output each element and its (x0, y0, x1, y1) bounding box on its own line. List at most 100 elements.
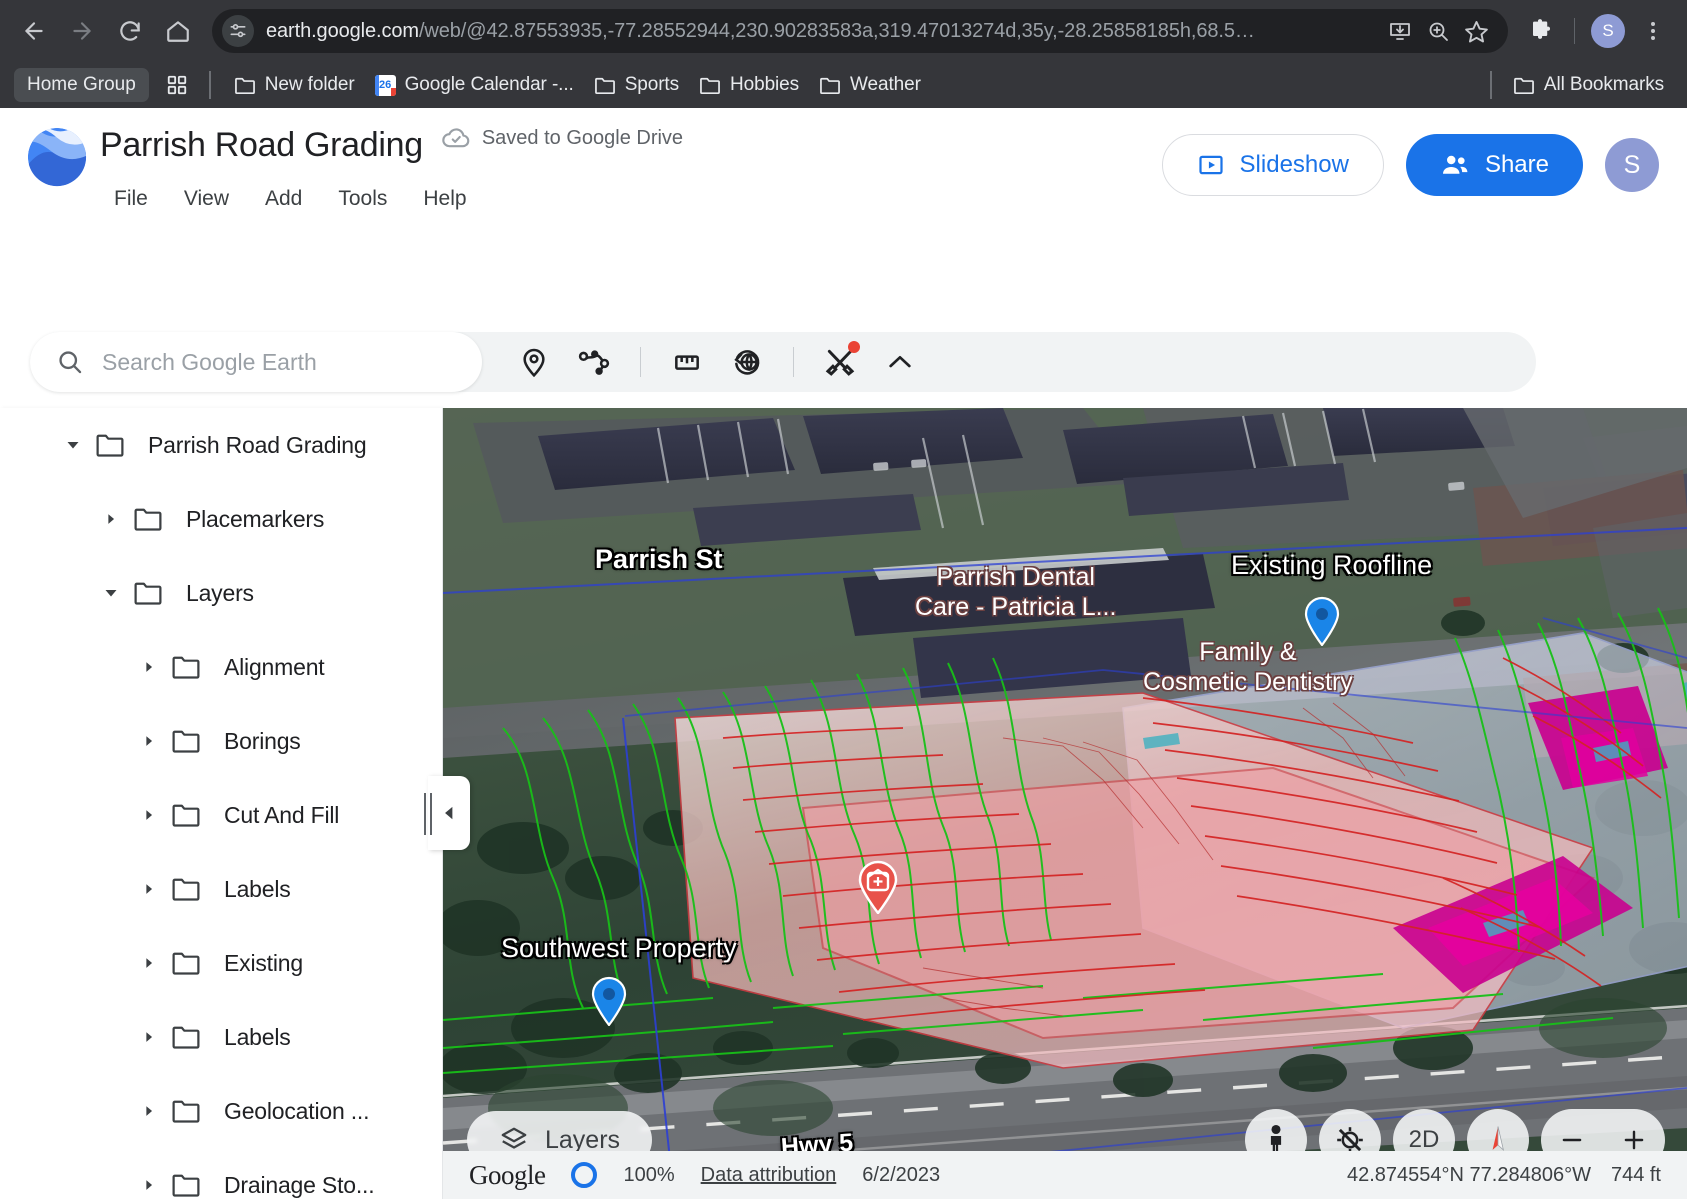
bookmark-google-calendar[interactable]: 26 Google Calendar -... (366, 69, 583, 101)
header-actions: Slideshow Share S (1161, 134, 1659, 196)
profile-pill[interactable]: Home Group (14, 68, 149, 102)
sidebar-item-drainage-storm[interactable]: Drainage Sto... (0, 1148, 442, 1199)
tune-icon (230, 23, 246, 38)
chevron-right-icon[interactable] (132, 650, 166, 684)
forward-button[interactable] (60, 9, 104, 53)
earth-map-viewport[interactable]: Parrish St Parrish Dental Care - Patrici… (443, 408, 1687, 1199)
historical-imagery-button[interactable] (719, 334, 775, 390)
chevron-right-icon[interactable] (132, 1168, 166, 1199)
menu-add[interactable]: Add (251, 180, 316, 218)
sidebar-item-cut-and-fill[interactable]: Cut And Fill (0, 778, 442, 852)
sidebar-resize-grip[interactable] (424, 793, 432, 835)
sidebar-item-borings[interactable]: Borings (0, 704, 442, 778)
folder-icon (594, 77, 615, 94)
search-toolbar: Search Google Earth (30, 332, 1536, 392)
apps-grid-button[interactable] (159, 69, 195, 101)
chevron-right-icon[interactable] (132, 946, 166, 980)
placemark-existing-roofline[interactable] (1303, 596, 1341, 646)
chevron-right-icon[interactable] (132, 872, 166, 906)
chevron-down-icon[interactable] (56, 428, 90, 462)
sidebar-item-labels-2[interactable]: Labels (0, 1000, 442, 1074)
all-bookmarks-button[interactable]: All Bookmarks (1504, 69, 1673, 101)
bookmark-sports[interactable]: Sports (585, 69, 688, 101)
earth-header: Parrish Road Grading Saved to Google Dri… (0, 108, 1687, 392)
collapse-toolbar-button[interactable] (872, 334, 928, 390)
site-settings-button[interactable] (222, 15, 254, 47)
sidebar-item-existing[interactable]: Existing (0, 926, 442, 1000)
chevron-right-icon[interactable] (94, 502, 128, 536)
menu-tools[interactable]: Tools (324, 180, 401, 218)
project-title-row: Parrish Road Grading Saved to Google Dri… (100, 126, 683, 165)
bookmark-weather[interactable]: Weather (810, 69, 930, 101)
coordinates-label: 42.874554°N 77.284806°W (1346, 1163, 1591, 1186)
earth-profile-avatar[interactable]: S (1605, 138, 1659, 192)
notification-dot (848, 341, 860, 353)
sidebar-item-parrish-road-grading[interactable]: Parrish Road Grading (0, 408, 442, 482)
folder-icon (166, 1098, 206, 1124)
zoom-indicator-button[interactable] (1420, 13, 1456, 49)
back-button[interactable] (12, 9, 56, 53)
home-button[interactable] (156, 9, 200, 53)
bookmark-label: New folder (264, 74, 355, 95)
placemark-pin-button[interactable] (506, 334, 562, 390)
zoom-percent-label: 100% (623, 1163, 675, 1186)
sidebar-item-placemarkers[interactable]: Placemarkers (0, 482, 442, 556)
data-attribution-link[interactable]: Data attribution (701, 1164, 837, 1187)
star-icon (1464, 20, 1488, 42)
poi-marker-dental[interactable] (857, 860, 899, 914)
measure-button[interactable] (659, 334, 715, 390)
sidebar-item-label: Labels (224, 875, 291, 902)
measure-ruler-icon (675, 355, 699, 370)
sidebar-item-alignment[interactable]: Alignment (0, 630, 442, 704)
slideshow-button[interactable]: Slideshow (1161, 134, 1384, 196)
menu-file[interactable]: File (100, 180, 162, 218)
sidebar-item-label: Cut And Fill (224, 801, 340, 828)
extensions-button[interactable] (1518, 9, 1562, 53)
all-bookmarks-label: All Bookmarks (1543, 74, 1664, 95)
menu-help[interactable]: Help (409, 180, 480, 218)
project-tools-button[interactable] (812, 334, 868, 390)
save-status: Saved to Google Drive (441, 123, 683, 153)
bookmark-label: Sports (624, 74, 680, 95)
bookmark-hobbies[interactable]: Hobbies (690, 69, 808, 101)
share-button[interactable]: Share (1405, 134, 1583, 196)
search-input-wrapper[interactable]: Search Google Earth (30, 332, 482, 392)
sidebar-item-label: Labels (224, 1023, 291, 1050)
folder-icon (820, 77, 840, 94)
chevron-right-icon[interactable] (132, 1094, 166, 1128)
chevron-down-icon[interactable] (94, 576, 128, 610)
draw-path-button[interactable] (566, 334, 622, 390)
menu-view[interactable]: View (170, 180, 243, 218)
browser-nav-row: earth.google.com/web/@42.87553935,-77.28… (0, 0, 1687, 62)
chrome-right-controls: S (1518, 9, 1675, 53)
sidebar-item-layers[interactable]: Layers (0, 556, 442, 630)
omnibox[interactable]: earth.google.com/web/@42.87553935,-77.28… (212, 9, 1508, 53)
minus-icon (1562, 1138, 1582, 1142)
search-icon (59, 351, 82, 374)
sidebar-item-label: Parrish Road Grading (148, 431, 367, 458)
reload-button[interactable] (108, 9, 152, 53)
tool-separator-1 (640, 347, 641, 377)
chevron-right-icon[interactable] (132, 798, 166, 832)
chrome-menu-button[interactable] (1631, 9, 1675, 53)
chevron-right-icon[interactable] (132, 1020, 166, 1054)
chevron-right-icon[interactable] (132, 724, 166, 758)
bookmark-new-folder[interactable]: New folder (225, 69, 364, 101)
project-sidebar[interactable]: Parrish Road Grading Placemarkers Layers… (0, 408, 443, 1199)
sidebar-item-labels-1[interactable]: Labels (0, 852, 442, 926)
search-input[interactable]: Search Google Earth (102, 349, 317, 376)
google-earth-logo (27, 127, 87, 187)
historical-imagery-icon (734, 350, 760, 375)
sidebar-item-geolocation[interactable]: Geolocation ... (0, 1074, 442, 1148)
folder-icon (166, 802, 206, 828)
profile-avatar[interactable]: S (1591, 14, 1625, 48)
bookmarks-separator (208, 71, 211, 99)
sidebar-collapse-button[interactable] (428, 776, 470, 850)
map-status-bar: Google 100% Data attribution 6/2/2023 42… (443, 1151, 1687, 1199)
bookmark-star-button[interactable] (1458, 13, 1494, 49)
placemark-southwest-property[interactable] (590, 976, 628, 1026)
share-label: Share (1484, 151, 1549, 178)
bookmark-label: Weather (850, 74, 921, 95)
install-app-button[interactable] (1382, 13, 1418, 49)
page-title: Parrish Road Grading (100, 126, 423, 164)
